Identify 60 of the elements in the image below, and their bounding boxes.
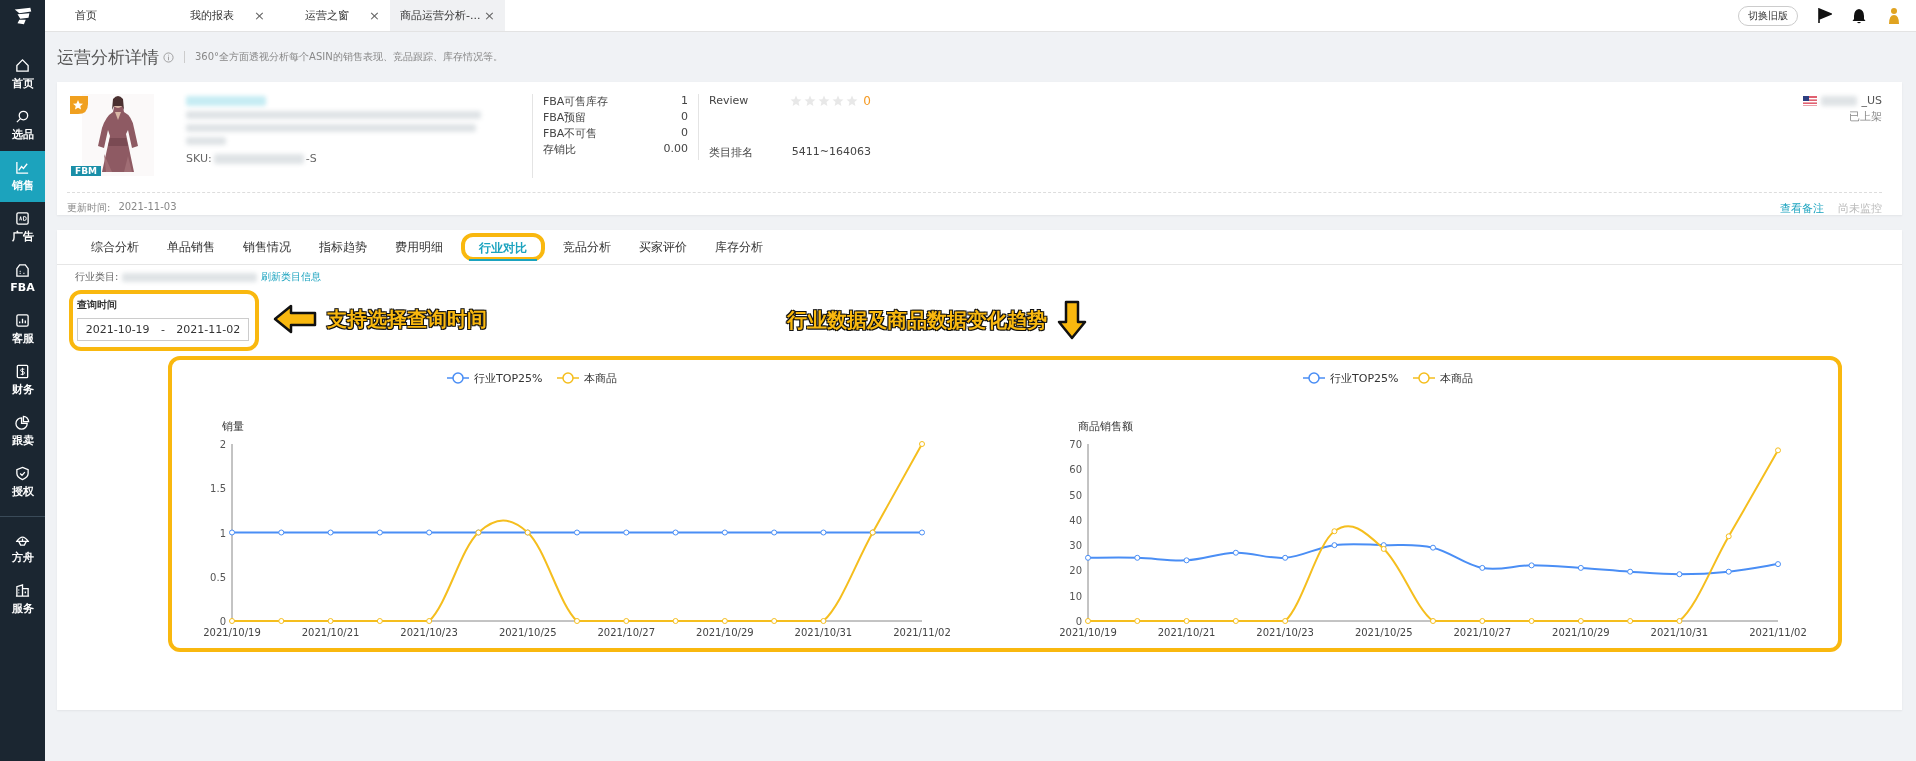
stat-label: FBA可售库存 (543, 94, 609, 109)
axis-tick-label: 1.5 (210, 483, 226, 495)
axis-tick-label: 2021/10/19 (203, 627, 261, 638)
axis-tick-label: 1 (219, 527, 226, 539)
page-title: 运营分析详情 (57, 45, 159, 69)
axis-tick-label: 2021/10/31 (1650, 627, 1709, 638)
callout-text: 支持选择查询时间 (327, 305, 487, 333)
axis-tick-label: 50 (1069, 489, 1082, 501)
axis-tick-label: 2021/10/29 (696, 627, 754, 638)
axis-title: 商品销售额 (1078, 420, 1133, 433)
stat-label: FBA预留 (543, 110, 587, 125)
axis-tick-label: 0 (1075, 616, 1082, 627)
axis-tick-label: 2 (219, 439, 226, 450)
axis-tick-label: 2021/10/29 (1552, 627, 1610, 638)
legend-label: 行业TOP25% (474, 372, 543, 385)
review-label: Review (709, 94, 749, 108)
stat-value: 0 (681, 126, 688, 141)
axis-tick-label: 60 (1069, 464, 1082, 476)
stat-value: 1 (681, 94, 688, 109)
axis-tick-label: 2021/10/21 (301, 627, 360, 638)
axis-tick-label: 40 (1069, 514, 1082, 526)
rank-value: 5411~164063 (791, 145, 871, 160)
query-label: 查询时间 (77, 298, 118, 312)
axis-tick-label: 2021/10/27 (1453, 627, 1512, 638)
marketplace-label: _US (1861, 94, 1882, 107)
axis-tick-label: 70 (1069, 439, 1082, 450)
rank-label: 类目排名 (709, 145, 753, 160)
listing-status: 已上架 (1849, 109, 1882, 124)
sku-label: SKU: (186, 152, 212, 165)
axis-tick-label: 0.5 (210, 571, 226, 583)
axis-tick-label: 2021/10/23 (400, 627, 458, 638)
axis-tick-label: 0 (219, 616, 226, 627)
axis-tick-label: 2021/10/25 (498, 627, 557, 638)
category-label: 行业类目: (75, 270, 119, 284)
axis-tick-label: 10 (1069, 590, 1082, 602)
axis-tick-label: 2021/10/27 (597, 627, 656, 638)
legend-label: 本商品 (1440, 372, 1473, 385)
axis-tick-label: 2021/11/02 (893, 627, 951, 638)
axis-tick-label: 2021/10/31 (794, 627, 853, 638)
axis-tick-label: 20 (1069, 565, 1082, 577)
axis-tick-label: 2021/10/23 (1256, 627, 1314, 638)
axis-title: 销量 (222, 420, 244, 433)
page-subtitle: 360°全方面透视分析每个ASIN的销售表现、竞品跟踪、库存情况等。 (195, 50, 503, 64)
axis-tick-label: 30 (1069, 540, 1082, 552)
stat-label: FBA不可售 (543, 126, 598, 141)
legend-label: 本商品 (584, 372, 617, 385)
stat-label: 存销比 (543, 142, 576, 157)
fbm-badge: FBM (71, 166, 101, 176)
stat-value: 0.00 (663, 142, 688, 157)
axis-tick-label: 2021/11/02 (1749, 627, 1807, 638)
axis-tick-label: 2021/10/25 (1354, 627, 1413, 638)
axis-tick-label: 2021/10/19 (1059, 627, 1117, 638)
updated-label: 更新时间: (67, 201, 111, 215)
stat-value: 0 (681, 110, 688, 125)
callout-text: 行业数据及商品数据变化趋势 (787, 306, 1047, 334)
review-count: 0 (863, 94, 871, 108)
legend-label: 行业TOP25% (1330, 372, 1399, 385)
updated-date: 2021-11-03 (118, 201, 177, 214)
sku-suffix: -S (305, 152, 317, 165)
axis-tick-label: 2021/10/21 (1157, 627, 1216, 638)
